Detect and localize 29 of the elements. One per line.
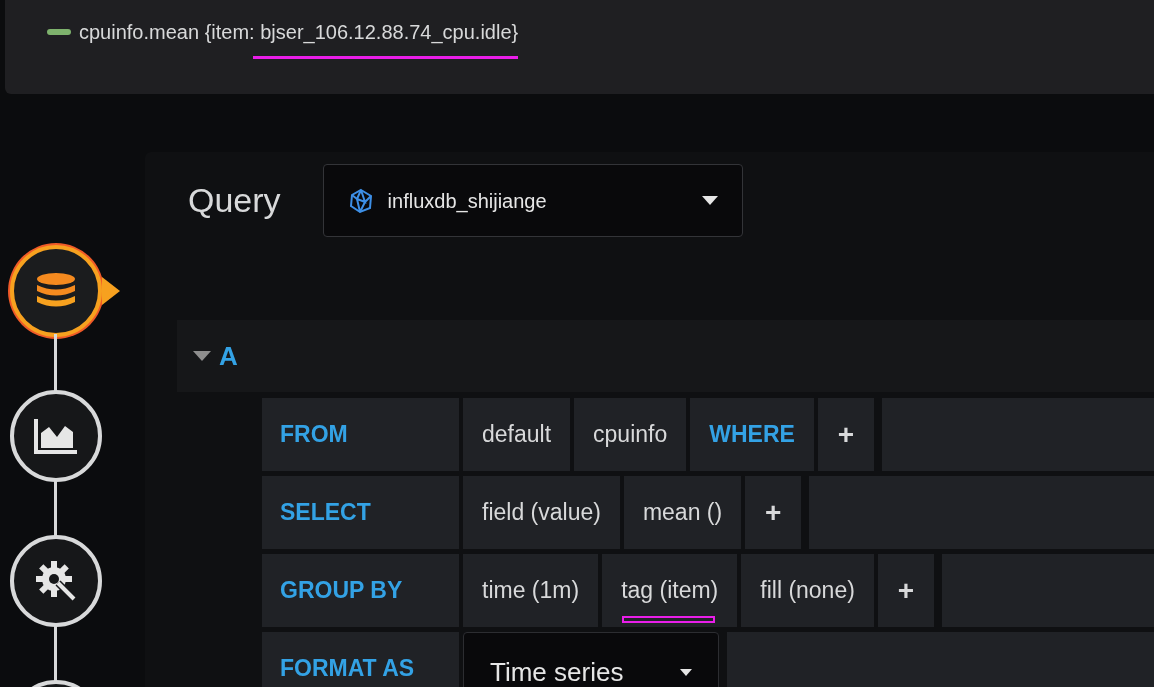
area-chart-icon xyxy=(33,417,79,455)
query-segment[interactable]: cpuinfo xyxy=(574,398,687,471)
legend-label[interactable]: cpuinfo.mean {item: bjser_106.12.88.74_cpu.idle} xyxy=(79,18,519,46)
panel-title: Query xyxy=(188,180,281,221)
query-section-label: SELECT xyxy=(262,476,459,549)
query-section-label: FROM xyxy=(262,398,459,471)
editor-step-button[interactable] xyxy=(10,245,102,337)
query-section-label: GROUP BY xyxy=(262,554,459,627)
query-section-label: FORMAT AS xyxy=(262,632,459,687)
query-segment[interactable]: default xyxy=(463,398,571,471)
caret-icon xyxy=(701,196,718,205)
query-ref-id: A xyxy=(219,339,238,373)
query-segment[interactable]: tag (item) xyxy=(602,554,738,627)
query-segment[interactable]: time (1m) xyxy=(463,554,599,627)
query-keyword[interactable]: WHERE xyxy=(690,398,814,471)
collapse-caret-icon xyxy=(193,351,211,361)
add-button[interactable]: + xyxy=(817,398,874,471)
gear-wrench-icon xyxy=(34,559,78,603)
format-dropdown[interactable]: Time series xyxy=(463,632,719,687)
add-button[interactable]: + xyxy=(877,554,934,627)
caret-icon xyxy=(680,669,692,676)
query-segment[interactable]: mean () xyxy=(623,476,742,549)
query-segment[interactable]: fill (none) xyxy=(741,554,874,627)
active-step-pointer xyxy=(102,277,120,305)
datasource-dropdown[interactable]: influxdb_shijiange xyxy=(322,164,743,237)
query-row-header[interactable]: A xyxy=(177,320,1154,392)
datasource-icon xyxy=(347,187,374,214)
add-button[interactable]: + xyxy=(745,476,802,549)
query-segment[interactable]: field (value) xyxy=(463,476,620,549)
